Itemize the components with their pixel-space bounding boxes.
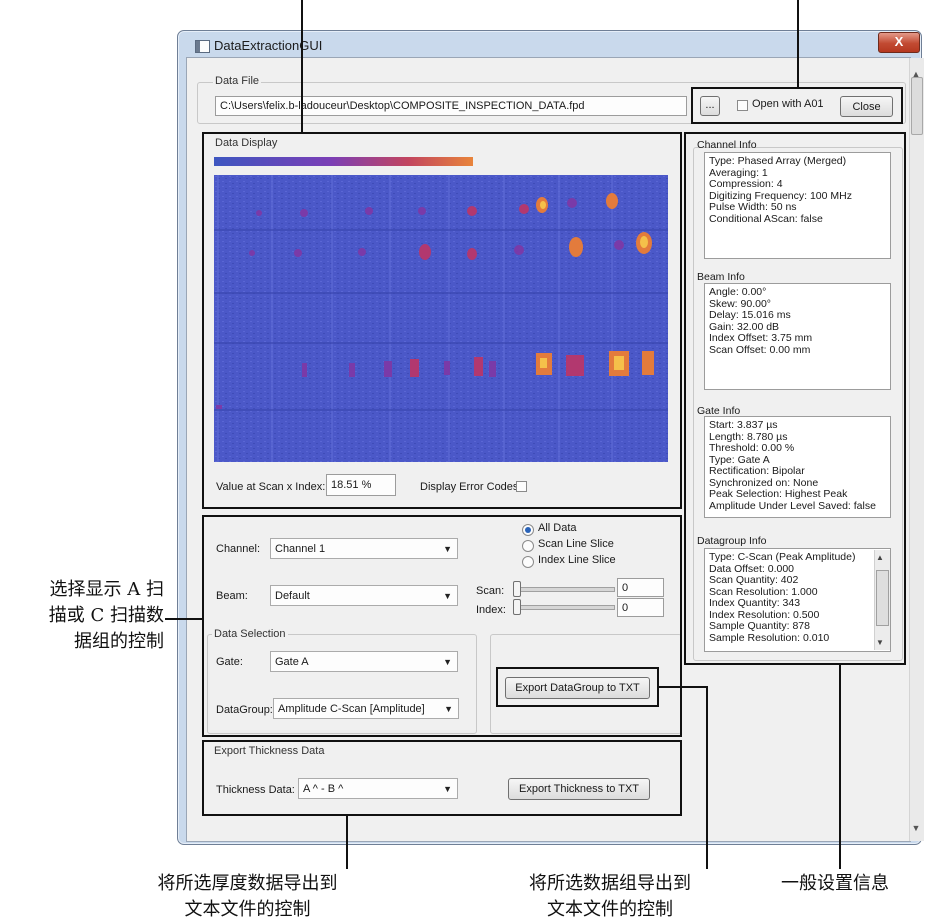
callout-box-export-thickness xyxy=(202,740,682,816)
leader-line-general-info xyxy=(839,663,841,869)
annotation-general-info: 一般设置信息 xyxy=(781,873,889,894)
leader-line-control xyxy=(165,618,204,620)
leader-line-export-thickness xyxy=(346,814,348,869)
annotation-line: 文本文件的控制 xyxy=(184,899,311,920)
annotation-line: 描或 C 扫描数 xyxy=(48,605,164,626)
scrollbar-thumb[interactable] xyxy=(911,77,923,135)
leader-line-export-datagroup-h xyxy=(657,686,708,688)
leader-line-file-controls xyxy=(797,0,799,89)
callout-box-file-controls xyxy=(691,87,903,124)
annotation-line: 将所选数据组导出到 xyxy=(529,873,691,894)
data-file-group-label: Data File xyxy=(213,75,262,87)
window-title: DataExtractionGUI xyxy=(214,38,323,53)
app-icon xyxy=(195,40,210,53)
annotation-line: 选择显示 A 扫 xyxy=(49,579,164,600)
callout-box-export-datagroup xyxy=(496,667,659,707)
leader-line-data-display xyxy=(301,0,303,134)
annotation-control-label: 选择显示 A 扫 描或 C 扫描数 据组的控制 xyxy=(6,577,164,655)
annotation-line: 据组的控制 xyxy=(74,631,164,652)
callout-box-general-info xyxy=(684,132,906,665)
annotation-export-thickness: 将所选厚度数据导出到 文本文件的控制 xyxy=(140,871,355,923)
window-close-button[interactable]: X xyxy=(878,32,920,53)
data-file-path-field[interactable]: C:\Users\felix.b-ladouceur\Desktop\COMPO… xyxy=(215,96,687,116)
annotation-export-datagroup: 将所选数据组导出到 文本文件的控制 xyxy=(510,871,710,923)
annotation-line: 文本文件的控制 xyxy=(547,899,673,920)
vertical-scrollbar[interactable] xyxy=(909,58,924,841)
callout-box-data-display xyxy=(202,132,682,509)
leader-line-export-datagroup-v xyxy=(706,686,708,869)
scroll-down-icon[interactable]: ▼ xyxy=(909,820,923,836)
annotation-line: 将所选厚度数据导出到 xyxy=(157,873,338,894)
